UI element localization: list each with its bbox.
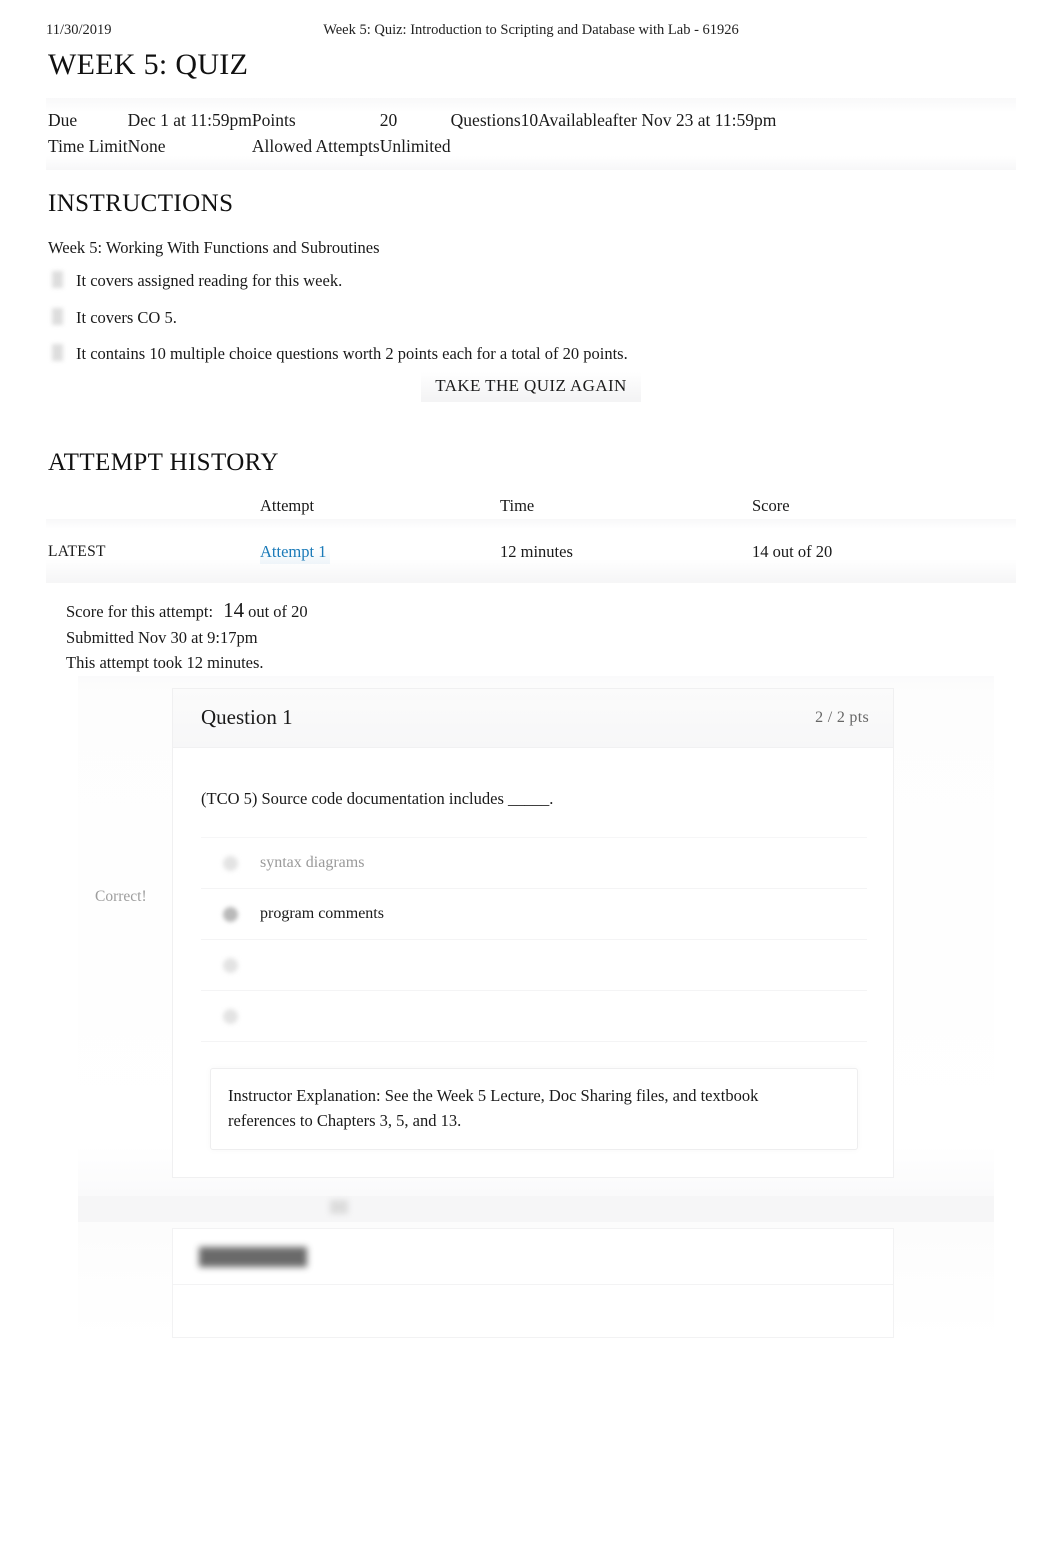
time-limit-label: Time Limit (48, 136, 128, 156)
questions-label: Questions (450, 110, 521, 130)
answer-option-2-label: program comments (260, 905, 384, 922)
print-document-title: Week 5: Quiz: Introduction to Scripting … (323, 22, 739, 38)
question-1-answers: syntax diagrams program comments (201, 837, 867, 1042)
bullet-icon (52, 344, 63, 361)
question-2-card (172, 1228, 894, 1338)
questions-value: 10 (520, 110, 539, 130)
answer-option-3[interactable] (201, 940, 867, 991)
list-item-label: It contains 10 multiple choice questions… (76, 344, 628, 363)
score-suffix: out of 20 (248, 602, 308, 621)
score-value: 14 (223, 598, 245, 622)
due-label: Due (48, 110, 78, 130)
answer-option-2[interactable]: program comments (201, 889, 867, 940)
points-label: Points (251, 110, 296, 130)
answer-option-1[interactable]: syntax diagrams (201, 837, 867, 889)
divider-marker-icon (330, 1200, 348, 1214)
attempt-kept-badge: LATEST (48, 543, 106, 560)
available-label: Available (538, 110, 605, 130)
column-score: Score (752, 496, 790, 515)
page-title: WEEK 5: QUIZ (48, 48, 249, 81)
time-limit-value: None (127, 136, 166, 156)
due-value: Dec 1 at 11:59pm (127, 110, 252, 130)
bullet-icon (52, 307, 63, 325)
submitted-line: Submitted Nov 30 at 9:17pm (66, 627, 258, 647)
question-2-title-redacted (199, 1247, 307, 1267)
column-kept (48, 496, 260, 538)
available-value: after Nov 23 at 11:59pm (604, 110, 777, 130)
question-1-title: Question 1 (201, 705, 293, 729)
allowed-attempts-value: Unlimited (379, 136, 451, 156)
take-quiz-again-button[interactable]: TAKE THE QUIZ AGAIN (421, 372, 641, 402)
attempt-summary: Score for this attempt: 14 out of 20 Submi… (66, 598, 308, 676)
instructions-lead: Week 5: Working With Functions and Subro… (48, 238, 380, 257)
attempt-history-heading: ATTEMPT HISTORY (48, 449, 279, 476)
attempt-score: 14 out of 20 (752, 542, 833, 561)
question-1-explanation-box: Instructor Explanation: See the Week 5 L… (210, 1068, 858, 1150)
instructions-heading: INSTRUCTIONS (48, 190, 234, 217)
attempt-history-header: Attempt Time Score (48, 496, 1016, 538)
list-item-label: It covers CO 5. (76, 307, 177, 327)
score-label: Score for this attempt: (66, 602, 214, 621)
attempt-history-table: Attempt Time Score LATEST Attempt 1 12 m… (48, 496, 1016, 566)
quiz-details-table: Due Dec 1 at 11:59pm Points 20 Questions… (48, 107, 776, 159)
answer-option-4[interactable] (201, 991, 867, 1042)
points-value: 20 (379, 110, 398, 130)
quiz-details-row-2: Time Limit None Allowed Attempts Unlimit… (48, 133, 776, 159)
question-divider-band (78, 1196, 994, 1222)
table-header-row: Attempt Time Score (48, 496, 1016, 538)
attempt-history-body: LATEST Attempt 1 12 minutes 14 out of 20 (48, 538, 1016, 566)
radio-button-icon[interactable] (223, 855, 238, 871)
radio-button-icon[interactable] (223, 957, 238, 973)
allowed-attempts-label: Allowed Attempts (251, 136, 380, 156)
list-item-label: It covers assigned reading for this week… (76, 271, 343, 290)
attempt-1-link[interactable]: Attempt 1 (260, 541, 331, 564)
quiz-results-page: 11/30/2019 Week 5: Quiz: Introduction to… (0, 0, 1062, 1561)
take-quiz-again-wrapper: TAKE THE QUIZ AGAIN (0, 372, 1062, 402)
list-item: It covers CO 5. (48, 305, 908, 331)
list-item: It contains 10 multiple choice questions… (48, 341, 908, 367)
question-1-explanation-text: Instructor Explanation: See the Week 5 L… (228, 1086, 759, 1130)
list-item: It covers assigned reading for this week… (48, 268, 908, 294)
print-header: 11/30/2019 Week 5: Quiz: Introduction to… (0, 22, 1062, 44)
table-row: LATEST Attempt 1 12 minutes 14 out of 20 (48, 538, 1016, 566)
attempt-link-cell: Attempt 1 (260, 538, 500, 566)
question-1-points: 2 / 2 pts (815, 709, 869, 726)
score-for-attempt-line: Score for this attempt: 14 out of 20 (66, 598, 308, 625)
instructions-list: It covers assigned reading for this week… (48, 268, 908, 378)
attempt-time: 12 minutes (500, 542, 573, 561)
answer-option-1-label: syntax diagrams (260, 854, 365, 871)
radio-button-selected-icon[interactable] (223, 906, 238, 922)
column-time: Time (500, 496, 535, 515)
quiz-details-row-1: Due Dec 1 at 11:59pm Points 20 Questions… (48, 107, 776, 133)
duration-line: This attempt took 12 minutes. (66, 653, 264, 672)
radio-button-icon[interactable] (223, 1008, 238, 1024)
question-1-correct-flag: Correct! (95, 888, 147, 905)
column-attempt: Attempt (260, 496, 315, 515)
question-1-text: (TCO 5) Source code documentation includ… (201, 789, 554, 808)
bullet-icon (52, 271, 63, 288)
